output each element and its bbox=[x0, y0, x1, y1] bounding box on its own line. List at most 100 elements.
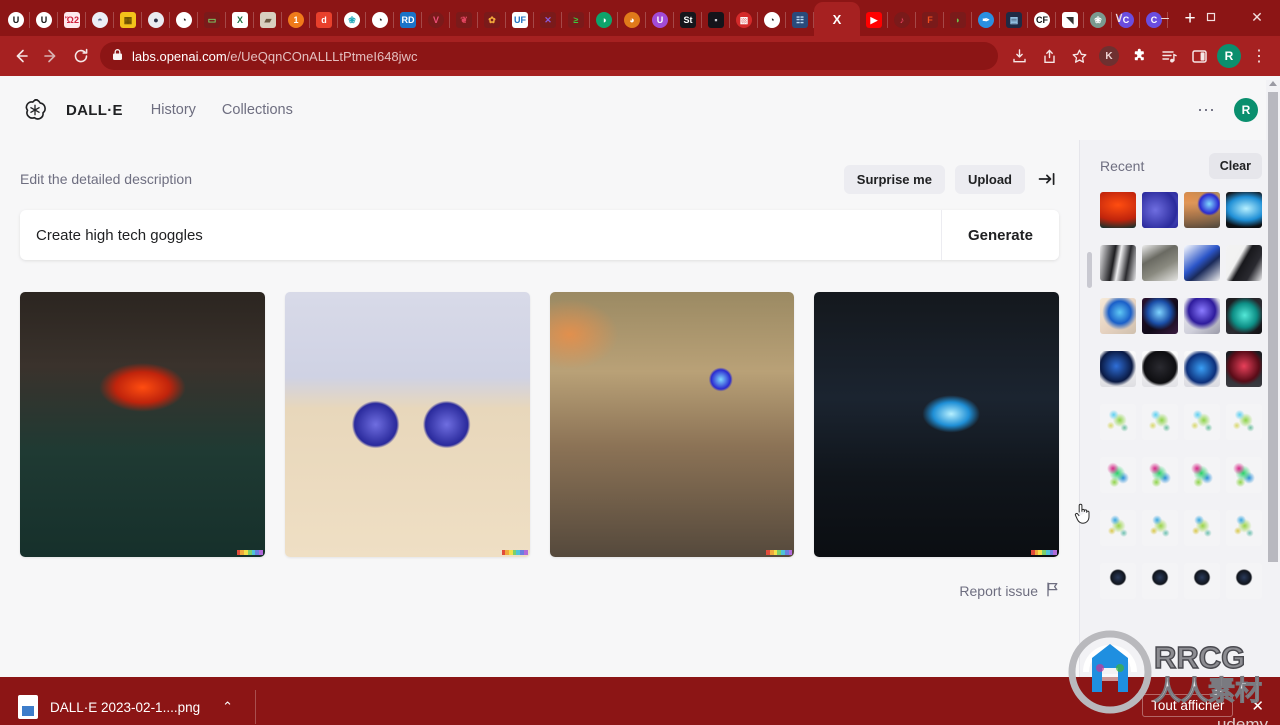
tab-favicon-graduate[interactable]: ◓ bbox=[86, 4, 114, 36]
chevron-up-icon[interactable]: ⌃ bbox=[222, 699, 233, 715]
download-icon[interactable] bbox=[1004, 41, 1034, 71]
thumb-creature-5[interactable] bbox=[1100, 457, 1136, 493]
thumb-creature-11[interactable] bbox=[1184, 510, 1220, 546]
tab-active-x[interactable]: X bbox=[814, 2, 860, 36]
tab-favicon-globe2[interactable]: ◔ bbox=[366, 4, 394, 36]
tab-favicon-leaf-green[interactable]: ◗ bbox=[944, 4, 972, 36]
generated-image-2[interactable] bbox=[285, 292, 530, 557]
tab-search-button[interactable]: ∨ bbox=[1096, 2, 1142, 32]
chrome-menu-button[interactable]: ⋮ bbox=[1244, 41, 1274, 71]
tab-favicon-red-book[interactable]: ▧ bbox=[730, 4, 758, 36]
tab-favicon-purple-x[interactable]: ✕ bbox=[534, 4, 562, 36]
thumb-goggles-4[interactable] bbox=[1226, 192, 1262, 228]
recent-scrollbar-thumb[interactable] bbox=[1087, 252, 1092, 288]
reload-button[interactable] bbox=[66, 41, 96, 71]
thumb-phone-4[interactable] bbox=[1226, 298, 1262, 334]
tab-favicon-globe3[interactable]: ◔ bbox=[758, 4, 786, 36]
back-button[interactable] bbox=[6, 41, 36, 71]
clear-recent-button[interactable]: Clear bbox=[1209, 153, 1262, 179]
thumb-watch-4[interactable] bbox=[1226, 351, 1262, 387]
tab-favicon-globe[interactable]: ◔ bbox=[170, 4, 198, 36]
puzzle-icon[interactable] bbox=[1124, 41, 1154, 71]
thumb-phone-1[interactable] bbox=[1100, 298, 1136, 334]
prompt-input[interactable] bbox=[20, 227, 941, 244]
playlist-icon[interactable] bbox=[1154, 41, 1184, 71]
collapse-right-icon[interactable] bbox=[1035, 167, 1059, 191]
download-item[interactable]: DALL·E 2023-02-1....png ⌃ bbox=[18, 695, 233, 719]
app-overflow-menu[interactable]: ⋯ bbox=[1197, 100, 1216, 121]
thumb-phone-3[interactable] bbox=[1184, 298, 1220, 334]
thumb-phone-2[interactable] bbox=[1142, 298, 1178, 334]
tab-favicon-figma[interactable]: F bbox=[916, 4, 944, 36]
thumb-watch-3[interactable] bbox=[1184, 351, 1220, 387]
tab-favicon-uf[interactable]: UF bbox=[506, 4, 534, 36]
thumb-creature-10[interactable] bbox=[1142, 510, 1178, 546]
tab-favicon-green-arrow[interactable]: ≥ bbox=[562, 4, 590, 36]
tab-favicon-cart[interactable]: Ὥ2 bbox=[58, 4, 86, 36]
tab-favicon-v-pink[interactable]: V bbox=[422, 4, 450, 36]
tab-favicon-orange-slash[interactable]: ◕ bbox=[618, 4, 646, 36]
address-bar[interactable]: labs.openai.com/e/UeQqnCOnALLLtPtmeI648j… bbox=[100, 42, 998, 70]
scroll-up-arrow-icon[interactable] bbox=[1269, 81, 1277, 86]
nav-collections[interactable]: Collections bbox=[222, 102, 293, 118]
thumb-creature-7[interactable] bbox=[1184, 457, 1220, 493]
thumb-creature-12[interactable] bbox=[1226, 510, 1262, 546]
tab-favicon-yellow-doc[interactable]: ▦ bbox=[114, 4, 142, 36]
profile-avatar[interactable]: R bbox=[1214, 41, 1244, 71]
tab-favicon-green-circle[interactable]: ◑ bbox=[590, 4, 618, 36]
tab-favicon-st[interactable]: St bbox=[674, 4, 702, 36]
tab-favicon-badge-one[interactable]: 1 bbox=[282, 4, 310, 36]
thumb-partial-1[interactable] bbox=[1100, 563, 1136, 599]
thumb-goggles-3[interactable] bbox=[1184, 192, 1220, 228]
thumb-device-3[interactable] bbox=[1184, 245, 1220, 281]
thumb-device-4[interactable] bbox=[1226, 245, 1262, 281]
surprise-me-button[interactable]: Surprise me bbox=[844, 165, 945, 194]
thumb-partial-2[interactable] bbox=[1142, 563, 1178, 599]
page-scrollbar[interactable] bbox=[1266, 80, 1280, 617]
tab-favicon-cf[interactable]: CF bbox=[1028, 4, 1056, 36]
maximize-button[interactable] bbox=[1188, 2, 1234, 32]
account-badge[interactable]: K bbox=[1094, 41, 1124, 71]
share-icon[interactable] bbox=[1034, 41, 1064, 71]
tab-favicon-dark-sq[interactable]: ▪ bbox=[702, 4, 730, 36]
page-scrollbar-thumb[interactable] bbox=[1268, 92, 1278, 562]
generated-image-3[interactable] bbox=[550, 292, 795, 557]
tab-favicon-excel[interactable]: X bbox=[226, 4, 254, 36]
thumb-goggles-2[interactable] bbox=[1142, 192, 1178, 228]
app-user-avatar[interactable]: R bbox=[1234, 98, 1258, 122]
side-panel-icon[interactable] bbox=[1184, 41, 1214, 71]
tab-favicon-tiktok[interactable]: ♪ bbox=[888, 4, 916, 36]
tab-favicon-u2[interactable]: U bbox=[30, 4, 58, 36]
show-all-downloads-button[interactable]: Tout afficher bbox=[1142, 694, 1233, 717]
thumb-watch-1[interactable] bbox=[1100, 351, 1136, 387]
tab-favicon-youtube[interactable]: ▶ bbox=[860, 4, 888, 36]
tab-favicon-earth-blue[interactable]: ☷ bbox=[786, 4, 814, 36]
thumb-partial-4[interactable] bbox=[1226, 563, 1262, 599]
thumb-creature-8[interactable] bbox=[1226, 457, 1262, 493]
upload-button[interactable]: Upload bbox=[955, 165, 1025, 194]
tab-favicon-rd[interactable]: RD bbox=[394, 4, 422, 36]
tab-favicon-id-card[interactable]: ▤ bbox=[1000, 4, 1028, 36]
tab-favicon-d-red[interactable]: d bbox=[310, 4, 338, 36]
tab-favicon-white-triangle[interactable]: ◥ bbox=[1056, 4, 1084, 36]
forward-button[interactable] bbox=[36, 41, 66, 71]
generated-image-1[interactable] bbox=[20, 292, 265, 557]
recent-thumbnail-list[interactable] bbox=[1080, 192, 1280, 677]
tab-favicon-dark-face[interactable]: ● bbox=[142, 4, 170, 36]
thumb-creature-9[interactable] bbox=[1100, 510, 1136, 546]
thumb-watch-2[interactable] bbox=[1142, 351, 1178, 387]
close-window-button[interactable]: ✕ bbox=[1234, 2, 1280, 32]
thumb-device-1[interactable] bbox=[1100, 245, 1136, 281]
nav-history[interactable]: History bbox=[151, 102, 196, 118]
thumb-partial-3[interactable] bbox=[1184, 563, 1220, 599]
minimize-button[interactable]: – bbox=[1142, 2, 1188, 32]
thumb-creature-3[interactable] bbox=[1184, 404, 1220, 440]
thumb-goggles-1[interactable] bbox=[1100, 192, 1136, 228]
thumb-device-2[interactable] bbox=[1142, 245, 1178, 281]
generate-button[interactable]: Generate bbox=[941, 210, 1059, 260]
tab-favicon-green-tag[interactable]: ▭ bbox=[198, 4, 226, 36]
thumb-creature-6[interactable] bbox=[1142, 457, 1178, 493]
report-issue-button[interactable]: Report issue bbox=[959, 582, 1059, 600]
thumb-creature-2[interactable] bbox=[1142, 404, 1178, 440]
tab-favicon-red-bird[interactable]: ❦ bbox=[450, 4, 478, 36]
